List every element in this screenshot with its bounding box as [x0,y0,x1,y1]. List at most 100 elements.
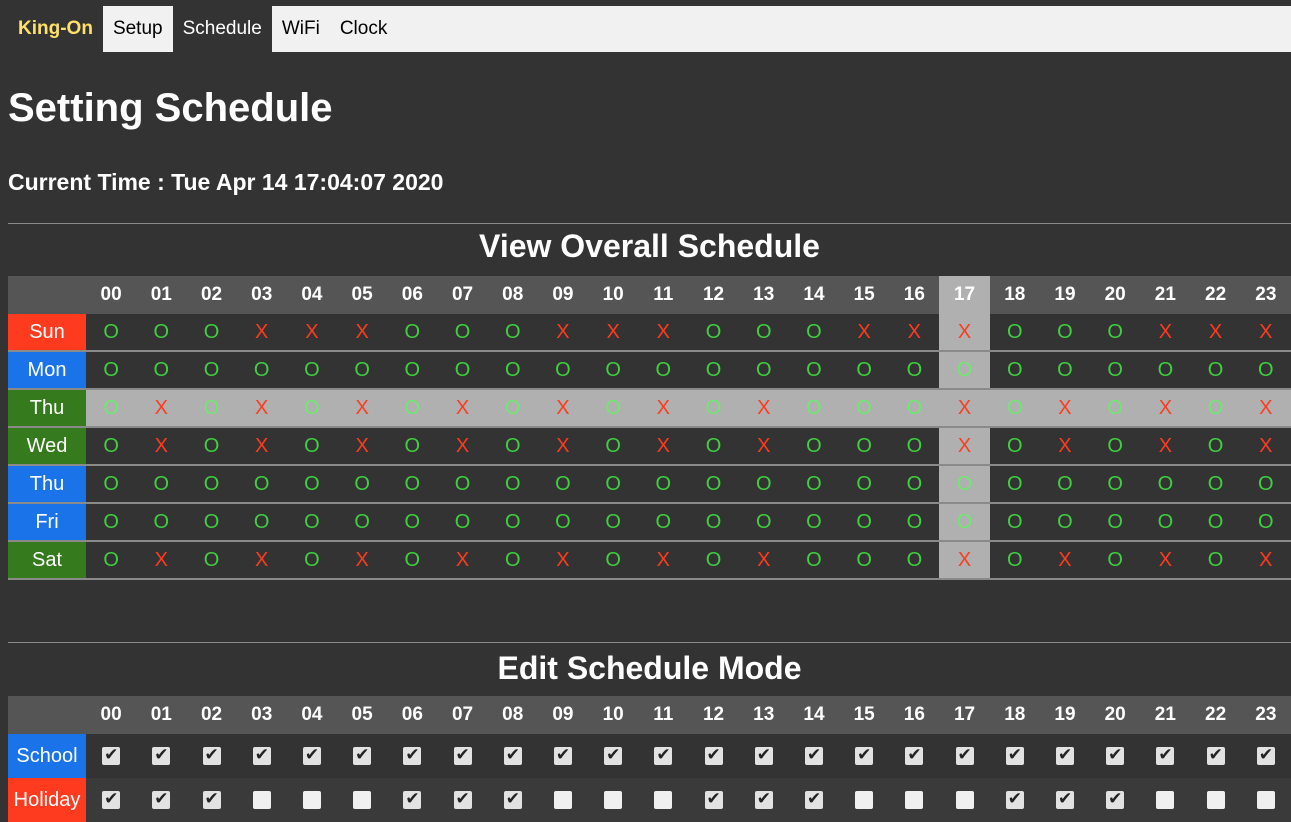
nav-setup[interactable]: Setup [103,6,173,52]
hour-checkbox[interactable] [1106,745,1125,766]
schedule-on-mark: O [989,389,1040,428]
hour-checkbox[interactable] [403,745,422,766]
schedule-off-mark: X [337,541,388,580]
hour-checkbox[interactable] [152,745,171,766]
hour-checkbox[interactable] [302,745,321,766]
hour-checkbox-cell [738,778,789,822]
hour-checkbox[interactable] [1256,745,1275,766]
hour-checkbox[interactable] [654,745,673,766]
hour-checkbox[interactable] [252,745,271,766]
hour-checkbox[interactable] [955,791,974,810]
hour-checkbox[interactable] [353,791,372,810]
hour-checkbox[interactable] [503,745,522,766]
schedule-off-mark: X [588,314,639,352]
schedule-on-mark: O [839,351,890,390]
hour-checkbox[interactable] [1156,791,1175,810]
hour-checkbox-cell [1190,778,1241,822]
schedule-on-mark: O [1190,541,1241,580]
hour-checkbox[interactable] [202,789,221,810]
hour-checkbox[interactable] [654,791,673,810]
nav-schedule[interactable]: Schedule [172,6,272,52]
hour-checkbox[interactable] [252,791,271,810]
schedule-off-mark: X [1039,427,1091,466]
schedule-on-mark: O [889,351,940,390]
hour-header: 00 [86,696,137,734]
schedule-on-mark: O [788,541,840,580]
schedule-on-mark: O [889,465,940,504]
hour-checkbox[interactable] [855,791,874,810]
mode-row: Holiday [8,778,1291,822]
hour-header: 21 [1140,276,1191,314]
schedule-row: Fri O O O O O O O O O O O O O O O O O O O O O O O O [8,503,1291,542]
hour-checkbox[interactable] [1206,791,1225,810]
schedule-on-mark: O [839,389,890,428]
hour-header: 18 [989,276,1040,314]
schedule-on-mark: O [989,351,1040,390]
schedule-off-mark: X [1240,427,1291,466]
hour-checkbox[interactable] [1106,789,1125,810]
hour-checkbox[interactable] [102,789,121,810]
hour-checkbox-cell [1040,734,1090,778]
schedule-off-mark: X [136,389,187,428]
schedule-on-mark: O [1240,503,1291,542]
hour-checkbox[interactable] [1256,791,1275,810]
hour-checkbox[interactable] [453,745,472,766]
schedule-off-mark: X [236,389,287,428]
schedule-on-mark: O [337,503,388,542]
hour-checkbox[interactable] [704,745,723,766]
schedule-on-mark: O [638,351,689,390]
schedule-off-mark: X [136,541,187,580]
hour-checkbox[interactable] [704,789,723,810]
hour-checkbox[interactable] [1206,745,1225,766]
schedule-on-mark: O [487,541,538,580]
schedule-on-mark: O [437,351,488,390]
corner-cell [8,696,86,734]
hour-checkbox[interactable] [553,791,572,810]
hour-checkbox[interactable] [955,745,974,766]
hour-checkbox[interactable] [754,789,773,810]
section-divider [8,223,1291,224]
hour-checkbox[interactable] [1005,745,1024,766]
hour-checkbox[interactable] [855,745,874,766]
hour-checkbox[interactable] [905,791,924,810]
hour-checkbox[interactable] [604,745,623,766]
schedule-on-mark: O [939,351,990,390]
hour-checkbox[interactable] [403,789,422,810]
schedule-on-mark: O [989,541,1040,580]
hour-header: 01 [136,696,187,734]
hour-checkbox[interactable] [353,745,372,766]
hour-checkbox[interactable] [503,789,522,810]
hour-checkbox-cell [488,734,538,778]
schedule-row: Thu O X O X O X O X O X O X O X O O O X O X O X O X [8,389,1291,428]
nav-wifi[interactable]: WiFi [272,6,330,52]
brand-link[interactable]: King-On [8,6,103,52]
schedule-on-mark: O [688,541,739,580]
hour-checkbox[interactable] [905,745,924,766]
hour-checkbox-cell [939,778,990,822]
hour-checkbox[interactable] [102,745,121,766]
hour-checkbox[interactable] [1156,745,1175,766]
hour-checkbox-cell [839,734,889,778]
hour-checkbox[interactable] [754,745,773,766]
schedule-off-mark: X [136,427,187,466]
schedule-on-mark: O [788,465,840,504]
schedule-on-mark: O [537,351,589,390]
nav-clock[interactable]: Clock [330,6,398,52]
top-navigation: King-On Setup Schedule WiFi Clock [8,6,1291,52]
hour-checkbox[interactable] [453,789,472,810]
hour-checkbox[interactable] [152,789,171,810]
hour-checkbox[interactable] [1055,789,1074,810]
hour-checkbox[interactable] [1055,745,1074,766]
schedule-off-mark: X [437,427,488,466]
hour-checkbox[interactable] [1005,789,1024,810]
hour-checkbox[interactable] [553,745,572,766]
hour-header: 13 [738,696,789,734]
hour-checkbox[interactable] [804,789,823,810]
hour-checkbox[interactable] [604,791,623,810]
hour-checkbox[interactable] [302,791,321,810]
hour-checkbox[interactable] [804,745,823,766]
hour-header: 05 [337,276,388,314]
hour-checkbox[interactable] [202,745,221,766]
schedule-on-mark: O [939,503,990,542]
schedule-on-mark: O [337,351,388,390]
